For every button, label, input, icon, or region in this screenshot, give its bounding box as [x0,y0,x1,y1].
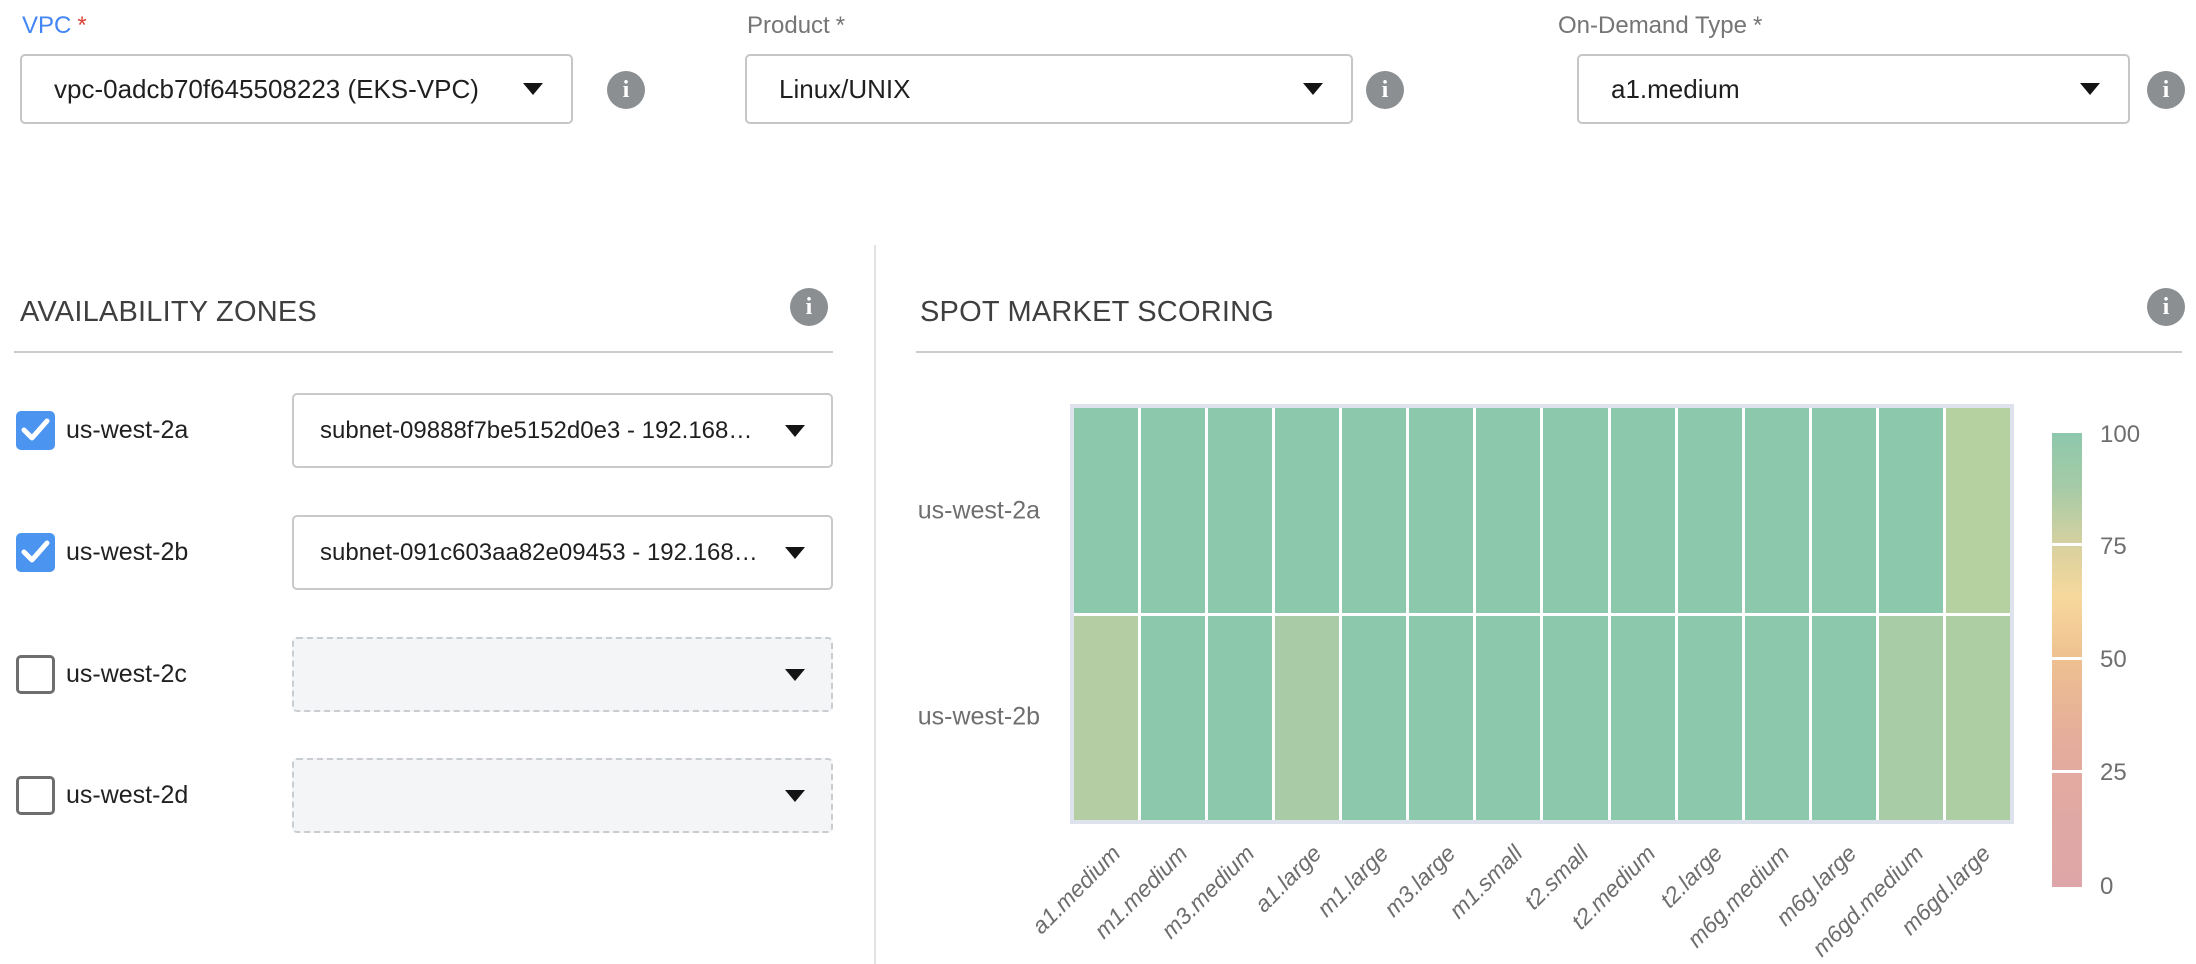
heatmap-cell-us-west-2a-a1.medium[interactable] [1074,408,1138,613]
check-icon [20,416,51,445]
heatmap-cell-us-west-2a-t2.medium[interactable] [1611,408,1675,613]
az-checkbox-us-west-2d[interactable] [16,776,55,815]
az-subnet-select-us-west-2c[interactable] [292,637,833,712]
product-select[interactable]: Linux/UNIX [745,54,1353,124]
heatmap-cell-us-west-2a-m6g.large[interactable] [1812,408,1876,613]
on-demand-type-label-text: On-Demand Type [1558,12,1747,39]
heatmap-cell-us-west-2a-t2.large[interactable] [1678,408,1742,613]
az-subnet-select-us-west-2b[interactable]: subnet-091c603aa82e09453 - 192.168… [292,515,833,590]
az-row-us-west-2d: us-west-2d [0,758,875,833]
colorbar-tick-75: 75 [2100,533,2127,561]
panel-divider [874,245,876,964]
heatmap-row-label-us-west-2a: us-west-2a [880,497,1040,526]
heatmap-cell-us-west-2b-m6gd.large[interactable] [1946,616,2010,821]
heatmap-cell-us-west-2a-m1.medium[interactable] [1141,408,1205,613]
heatmap-cell-us-west-2a-m1.small[interactable] [1476,408,1540,613]
heatmap-row-label-us-west-2b: us-west-2b [880,703,1040,732]
az-subnet-value: subnet-09888f7be5152d0e3 - 192.168… [320,417,752,445]
product-label-text: Product [747,12,830,39]
product-info-icon[interactable]: i [1366,71,1404,109]
az-zone-label: us-west-2d [66,758,188,833]
heatmap-plot-area [1070,404,2014,824]
vpc-required-mark: * [77,12,86,39]
heatmap-cell-us-west-2a-m3.medium[interactable] [1208,408,1272,613]
chevron-down-icon [785,547,805,559]
heatmap-cell-us-west-2a-m1.large[interactable] [1342,408,1406,613]
colorbar-tick-25: 25 [2100,759,2127,787]
heatmap-cell-us-west-2b-a1.medium[interactable] [1074,616,1138,821]
heatmap-cell-us-west-2b-m6g.large[interactable] [1812,616,1876,821]
colorbar-tick-50: 50 [2100,646,2127,674]
colorbar-tick-line [2052,657,2082,660]
colorbar-tick-100: 100 [2100,421,2140,449]
vpc-select-value: vpc-0adcb70f645508223 (EKS-VPC) [54,74,479,105]
az-subnet-select-us-west-2a[interactable]: subnet-09888f7be5152d0e3 - 192.168… [292,393,833,468]
chevron-down-icon [785,669,805,681]
az-checkbox-us-west-2b[interactable] [16,533,55,572]
az-row-us-west-2b: us-west-2b subnet-091c603aa82e09453 - 19… [0,515,875,590]
product-label: Product* [747,12,845,40]
on-demand-type-select-value: a1.medium [1611,74,1740,105]
heatmap-cell-us-west-2b-t2.medium[interactable] [1611,616,1675,821]
az-zone-label: us-west-2b [66,515,188,590]
heatmap-cell-us-west-2a-m6g.medium[interactable] [1745,408,1809,613]
availability-zones-info-icon[interactable]: i [790,288,828,326]
heatmap-cell-us-west-2b-t2.large[interactable] [1678,616,1742,821]
heatmap-cell-us-west-2a-m6gd.large[interactable] [1946,408,2010,613]
colorbar-tick-line [2052,543,2082,546]
vpc-label-text: VPC [22,12,71,39]
az-checkbox-us-west-2a[interactable] [16,411,55,450]
product-select-value: Linux/UNIX [779,74,911,105]
spot-market-scoring-title: SPOT MARKET SCORING [920,296,1274,329]
chevron-down-icon [2080,83,2100,95]
vpc-label: VPC* [22,12,87,40]
heatmap-colorbar [2052,433,2082,887]
vpc-select[interactable]: vpc-0adcb70f645508223 (EKS-VPC) [20,54,573,124]
heatmap-cell-us-west-2b-a1.large[interactable] [1275,616,1339,821]
spot-market-scoring-info-icon[interactable]: i [2147,288,2185,326]
on-demand-type-label: On-Demand Type* [1558,12,1762,40]
spot-market-scoring-divider [916,351,2182,353]
on-demand-type-required-mark: * [1753,12,1762,39]
az-row-us-west-2c: us-west-2c [0,637,875,712]
check-icon [20,538,51,567]
heatmap-cell-us-west-2b-t2.small[interactable] [1543,616,1607,821]
heatmap-cell-us-west-2b-m1.small[interactable] [1476,616,1540,821]
heatmap-x-axis: a1.mediumm1.mediumm3.mediuma1.largem1.la… [1074,840,2010,964]
chevron-down-icon [785,790,805,802]
vpc-info-icon[interactable]: i [607,71,645,109]
spot-console-screen: VPC* vpc-0adcb70f645508223 (EKS-VPC) i P… [0,0,2196,964]
heatmap-cell-us-west-2a-m6gd.medium[interactable] [1879,408,1943,613]
az-checkbox-us-west-2c[interactable] [16,655,55,694]
az-row-us-west-2a: us-west-2a subnet-09888f7be5152d0e3 - 19… [0,393,875,468]
heatmap-cell-us-west-2b-m1.medium[interactable] [1141,616,1205,821]
az-subnet-select-us-west-2d[interactable] [292,758,833,833]
heatmap-cell-us-west-2a-t2.small[interactable] [1543,408,1607,613]
heatmap-cell-us-west-2b-m3.medium[interactable] [1208,616,1272,821]
on-demand-type-select[interactable]: a1.medium [1577,54,2130,124]
heatmap-cell-us-west-2a-m3.large[interactable] [1409,408,1473,613]
colorbar-tick-line [2052,770,2082,773]
heatmap-cell-us-west-2b-m3.large[interactable] [1409,616,1473,821]
availability-zones-divider [14,351,833,353]
az-zone-label: us-west-2a [66,393,188,468]
heatmap-cell-us-west-2b-m6gd.medium[interactable] [1879,616,1943,821]
chevron-down-icon [523,83,543,95]
on-demand-type-info-icon[interactable]: i [2147,71,2185,109]
product-required-mark: * [836,12,845,39]
heatmap-cell-us-west-2b-m6g.medium[interactable] [1745,616,1809,821]
heatmap-cell-us-west-2b-m1.large[interactable] [1342,616,1406,821]
availability-zones-title: AVAILABILITY ZONES [20,296,317,329]
chevron-down-icon [785,425,805,437]
heatmap-grid [1074,408,2010,820]
chevron-down-icon [1303,83,1323,95]
colorbar-tick-0: 0 [2100,873,2113,901]
az-zone-label: us-west-2c [66,637,187,712]
heatmap-cell-us-west-2a-a1.large[interactable] [1275,408,1339,613]
az-subnet-value: subnet-091c603aa82e09453 - 192.168… [320,539,758,567]
